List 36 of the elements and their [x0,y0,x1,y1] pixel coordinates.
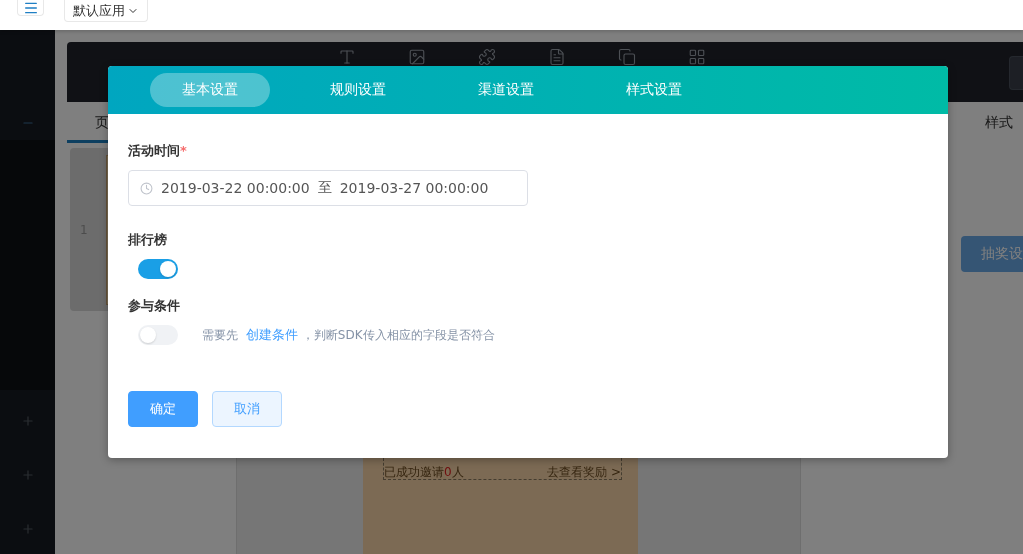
toolbar-panel [1009,56,1023,90]
document-icon[interactable] [548,48,566,66]
cancel-button[interactable]: 取消 [212,391,282,427]
image-icon[interactable] [408,48,426,66]
toggle-switch[interactable] [138,259,178,279]
panel-tab[interactable]: 样式 [985,102,1023,132]
puzzle-icon[interactable] [478,48,496,66]
copy-icon[interactable] [618,48,636,66]
required-mark: * [180,143,187,158]
add-icon[interactable] [20,414,35,428]
menu-button[interactable] [17,0,44,16]
dialog-tab[interactable]: 基本设置 [150,73,270,107]
date-range-field[interactable]: 2019-03-22 00:00:00 至 2019-03-27 00:00:00 [128,170,528,206]
app-selector[interactable]: 默认应用 [64,0,148,22]
invite-text: 已成功邀请0人 [384,465,464,479]
dialog-tab[interactable]: 规则设置 [298,73,418,107]
add-icon[interactable] [20,468,35,482]
menu-icon [22,0,39,16]
confirm-button[interactable]: 确定 [128,391,198,427]
grid-icon[interactable] [688,48,706,66]
dialog-tab[interactable]: 渠道设置 [446,73,566,107]
range-separator: 至 [317,179,332,197]
create-condition-link[interactable]: 创建条件 [245,327,298,342]
lottery-settings-button[interactable]: 抽奖设 [961,236,1023,272]
field-label: 排行榜 [128,231,168,249]
add-icon[interactable] [20,522,35,536]
hint-text: 需要先 创建条件 ，判断SDK传入相应的字段是否符合 [202,326,495,344]
text-icon[interactable] [338,48,356,66]
start-date: 2019-03-22 00:00:00 [161,180,310,196]
dialog-tab[interactable]: 样式设置 [594,73,714,107]
end-date: 2019-03-27 00:00:00 [339,180,489,196]
field-label: 参与条件 [128,297,181,315]
rewards-link[interactable]: 去查看奖励 > [547,465,621,479]
field-label: 活动时间* [128,142,188,160]
clock-icon [140,181,153,195]
toggle-switch[interactable] [138,325,178,345]
